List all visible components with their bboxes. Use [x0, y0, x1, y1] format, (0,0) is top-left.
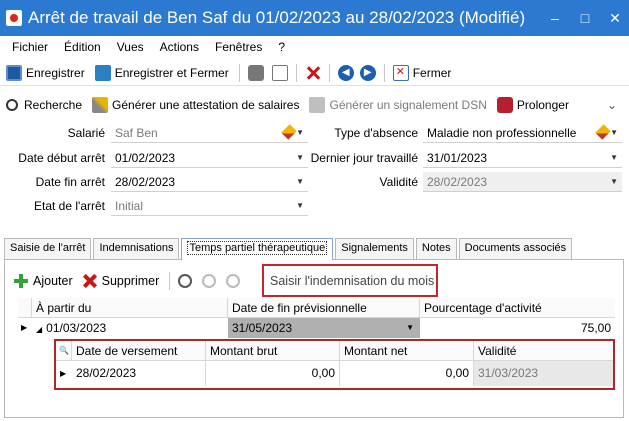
tab-indemnisations[interactable]: Indemnisations: [93, 238, 180, 259]
edit-icon[interactable]: [281, 124, 297, 140]
zoom-icon[interactable]: [178, 274, 193, 288]
add-icon: [14, 274, 28, 288]
chevron-down-icon[interactable]: ▼: [610, 172, 618, 192]
prolong-icon: [496, 97, 513, 113]
chevron-down-icon: ▼: [406, 323, 414, 332]
menu-bar: Fichier Édition Vues Actions Fenêtres ?: [0, 36, 629, 58]
menu-help[interactable]: ?: [278, 40, 285, 54]
action-toolbar: Recherche Générer une attestation de sal…: [0, 93, 629, 117]
col-date-fin[interactable]: Date de fin prévisionnelle: [228, 298, 420, 318]
subgrid-header: 🔍 Date de versement Montant brut Montant…: [56, 341, 613, 361]
window-title: Arrêt de travail de Ben Saf du 01/02/202…: [28, 8, 526, 27]
zoom-disabled-icon[interactable]: [226, 274, 241, 288]
print-icon[interactable]: [247, 64, 264, 81]
fin-field[interactable]: 28/02/2023 ▼: [111, 172, 308, 192]
chevron-down-icon[interactable]: ▼: [610, 148, 618, 168]
tab-documents[interactable]: Documents associés: [458, 238, 573, 259]
col-pourcentage[interactable]: Pourcentage d'activité: [420, 298, 615, 318]
menu-fichier[interactable]: Fichier: [12, 40, 48, 54]
toolbar-separator: [328, 63, 330, 82]
toolbar-separator: [383, 63, 385, 82]
chevron-down-icon[interactable]: ▼: [296, 196, 304, 216]
col-montant-net[interactable]: Montant net: [340, 341, 474, 361]
fin-label: Date fin arrêt: [35, 175, 105, 189]
search-button[interactable]: Recherche: [6, 98, 82, 112]
save-icon: [6, 64, 22, 81]
table-row[interactable]: ▶ ◢ 01/03/2023 31/05/2023 ▼ 75,00: [18, 318, 615, 338]
salarie-label: Salarié: [67, 126, 105, 140]
generate-attestation-button[interactable]: Générer une attestation de salaires: [92, 97, 299, 113]
etat-field[interactable]: Initial ▼: [111, 196, 308, 216]
tab-saisie[interactable]: Saisie de l'arrêt: [4, 238, 92, 259]
magic-wand-icon: [92, 97, 109, 113]
tab-notes[interactable]: Notes: [415, 238, 457, 259]
search-icon[interactable]: 🔍: [56, 341, 72, 361]
minimize-button[interactable]: –: [547, 10, 563, 26]
chevron-down-icon[interactable]: ▼: [296, 123, 304, 143]
close-doc-icon: [392, 64, 409, 81]
collapse-icon: ◢: [36, 325, 43, 334]
col-date-versement[interactable]: Date de versement: [72, 341, 206, 361]
delete-icon: [83, 274, 97, 288]
previous-icon[interactable]: ◀: [337, 64, 354, 81]
toolbar-separator: [238, 63, 240, 82]
fermer-button[interactable]: Fermer: [392, 64, 451, 81]
chevron-down-icon[interactable]: ▼: [610, 123, 618, 143]
validite-field[interactable]: 28/02/2023 ▼: [423, 172, 622, 192]
debut-label: Date début arrêt: [18, 151, 105, 165]
type-field[interactable]: Maladie non professionnelle ▼: [423, 123, 622, 143]
document-icon: [309, 97, 326, 113]
col-validite[interactable]: Validité: [474, 341, 613, 361]
save-close-icon: [94, 64, 111, 81]
salarie-field[interactable]: Saf Ben ▼: [111, 123, 308, 143]
app-icon: [6, 10, 22, 26]
date-fin-cell[interactable]: 31/05/2023 ▼: [228, 318, 420, 338]
close-window-button[interactable]: ✕: [607, 10, 623, 27]
chevron-down-icon[interactable]: ▼: [296, 148, 304, 168]
save-button[interactable]: Enregistrer: [6, 64, 85, 81]
title-bar: Arrêt de travail de Ben Saf du 01/02/202…: [0, 0, 629, 36]
next-icon[interactable]: ▶: [359, 64, 376, 81]
validite-label: Validité: [379, 175, 418, 189]
chevron-down-icon[interactable]: ⌄: [607, 98, 617, 112]
tab-bar: Saisie de l'arrêt Indemnisations Temps p…: [4, 238, 624, 260]
saisir-indemnisation-button[interactable]: Saisir l'indemnisation du mois: [262, 264, 438, 297]
grid-header: À partir du Date de fin prévisionnelle P…: [18, 298, 615, 318]
panel-toolbar: Ajouter Supprimer: [14, 268, 250, 294]
absence-form: Salarié Saf Ben ▼ Date début arrêt 01/02…: [0, 118, 629, 236]
ajouter-button[interactable]: Ajouter: [14, 274, 73, 288]
zoom-disabled-icon[interactable]: [202, 274, 217, 288]
menu-fenetres[interactable]: Fenêtres: [215, 40, 262, 54]
print-preview-icon[interactable]: [271, 64, 288, 81]
supprimer-button[interactable]: Supprimer: [83, 274, 160, 288]
row-indicator-icon: ▶: [60, 369, 67, 378]
col-montant-brut[interactable]: Montant brut: [206, 341, 340, 361]
etat-label: Etat de l'arrêt: [34, 199, 105, 213]
prolonger-button[interactable]: Prolonger: [496, 97, 569, 113]
chevron-down-icon[interactable]: ▼: [296, 172, 304, 192]
menu-vues[interactable]: Vues: [117, 40, 144, 54]
dernier-field[interactable]: 31/01/2023 ▼: [423, 148, 622, 168]
tab-temps-partiel[interactable]: Temps partiel thérapeutique: [181, 238, 334, 260]
search-icon: [6, 99, 18, 111]
debut-field[interactable]: 01/02/2023 ▼: [111, 148, 308, 168]
tab-signalements[interactable]: Signalements: [335, 238, 414, 259]
delete-icon[interactable]: [305, 65, 321, 81]
save-close-button[interactable]: Enregistrer et Fermer: [94, 64, 229, 81]
edit-icon[interactable]: [595, 124, 611, 140]
dernier-label: Dernier jour travaillé: [310, 151, 418, 165]
menu-edition[interactable]: Édition: [64, 40, 101, 54]
col-a-partir[interactable]: À partir du: [32, 298, 228, 318]
menu-actions[interactable]: Actions: [160, 40, 199, 54]
generate-dsn-button[interactable]: Générer un signalement DSN: [309, 97, 487, 113]
window-controls: – □ ✕: [547, 0, 623, 36]
type-label: Type d'absence: [334, 126, 418, 140]
toolbar-separator: [169, 272, 171, 290]
row-indicator-icon: ▶: [21, 323, 28, 332]
maximize-button[interactable]: □: [577, 10, 593, 26]
main-toolbar: Enregistrer Enregistrer et Fermer ◀ ▶ Fe…: [0, 60, 629, 86]
toolbar-separator: [295, 63, 297, 82]
table-row[interactable]: ▶ 28/02/2023 0,00 0,00 31/03/2023: [56, 361, 613, 386]
